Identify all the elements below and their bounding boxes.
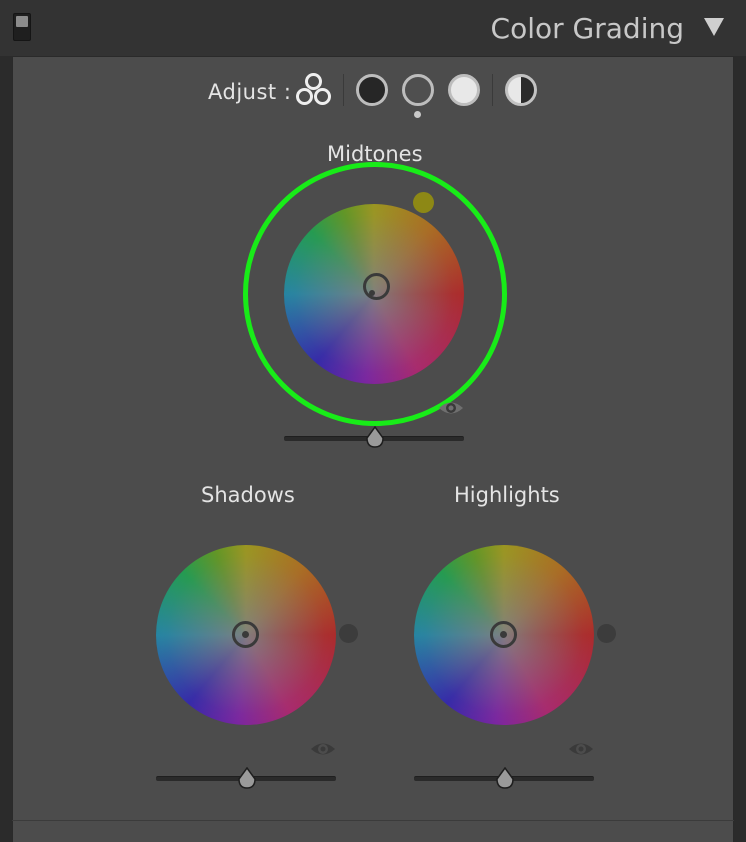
highlights-label: Highlights [454,483,560,507]
collapse-triangle-icon[interactable] [704,18,724,36]
shadows-label: Shadows [201,483,295,507]
adjust-label: Adjust : [208,80,292,104]
shadows-hue-knob[interactable] [339,624,358,643]
shadows-slider-thumb[interactable] [237,767,257,789]
midtones-hue-knob[interactable] [413,192,434,213]
midtones-slider-thumb[interactable] [365,426,385,448]
highlights-center-dot [500,631,507,638]
midtones-view-button[interactable] [402,74,434,106]
shadows-view-button[interactable] [356,74,388,106]
highlight-annotation-ring [243,162,507,426]
panel-toggle-switch[interactable] [13,13,31,41]
separator [343,74,344,106]
three-way-view-icon[interactable] [296,73,332,105]
highlights-view-button[interactable] [448,74,480,106]
panel-header: Color Grading [0,0,746,56]
selected-indicator-dot [414,111,421,118]
highlights-slider-thumb[interactable] [495,767,515,789]
highlights-eye-icon[interactable] [568,741,594,757]
separator [492,74,493,106]
shadows-eye-icon[interactable] [310,741,336,757]
global-view-icon[interactable] [505,74,537,106]
panel-divider [12,820,734,821]
midtones-eye-icon[interactable] [438,400,464,416]
panel-title: Color Grading [490,12,684,45]
highlights-hue-knob[interactable] [597,624,616,643]
shadows-center-dot [242,631,249,638]
